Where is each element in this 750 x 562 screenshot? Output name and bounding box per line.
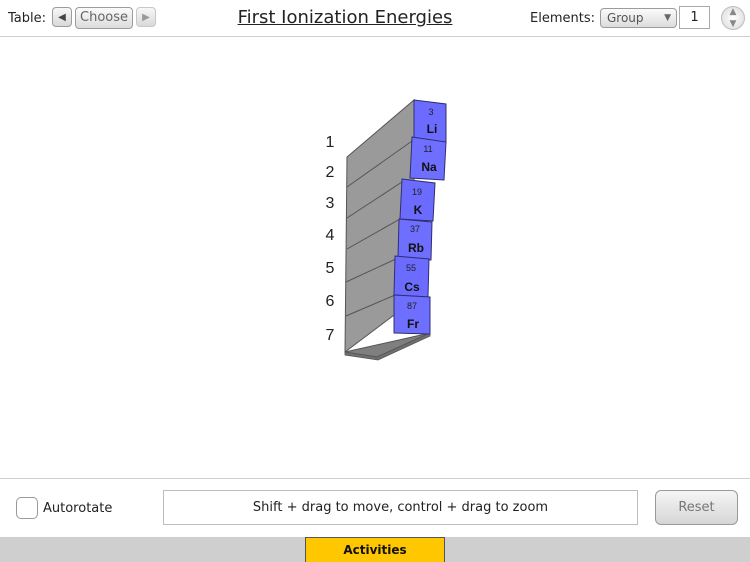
next-table-button[interactable]: ▶ (136, 7, 156, 27)
arrow-down-icon[interactable]: ▼ (721, 18, 745, 30)
reset-button[interactable]: Reset (655, 490, 738, 525)
previous-table-button[interactable]: ◀ (52, 7, 72, 27)
period-label: 3 (326, 195, 335, 212)
elements-select-value: Group (607, 11, 644, 25)
period-label: 4 (326, 227, 335, 244)
triangle-right-icon: ▶ (142, 11, 150, 23)
elements-number-field[interactable]: 1 (679, 6, 710, 29)
element-symbol: Li (427, 122, 438, 136)
element-number: 87 (407, 301, 417, 311)
element-symbol: K (414, 203, 423, 217)
element-number: 11 (423, 144, 432, 154)
period-label: 2 (326, 164, 335, 181)
periodic-table-3d[interactable]: 1 2 3 4 5 6 7 3 11 19 37 55 87 Li Na K R… (0, 37, 750, 477)
choose-table-button[interactable]: Choose (75, 7, 133, 29)
elements-stepper[interactable]: ▲ ▼ (721, 6, 745, 30)
hint-text: Shift + drag to move, control + drag to … (163, 490, 638, 525)
element-number: 3 (428, 107, 433, 117)
table-label: Table: (8, 11, 46, 26)
table-3d-view[interactable]: 1 2 3 4 5 6 7 3 11 19 37 55 87 Li Na K R… (0, 37, 750, 477)
arrow-up-icon[interactable]: ▲ (721, 6, 745, 18)
elements-label: Elements: (530, 11, 595, 26)
element-number: 19 (412, 187, 422, 197)
element-symbol: Rb (408, 241, 424, 255)
triangle-left-icon: ◀ (58, 11, 66, 23)
period-label: 1 (326, 134, 335, 151)
period-label: 6 (326, 293, 335, 310)
element-symbol: Cs (404, 280, 420, 294)
autorotate-checkbox[interactable] (16, 497, 38, 519)
chevron-down-icon: ▼ (664, 13, 671, 23)
page-title: First Ionization Energies (237, 7, 453, 28)
element-number: 37 (410, 224, 420, 234)
period-label: 5 (326, 260, 335, 277)
toolbar: Table: ◀ Choose ▶ First Ionization Energ… (0, 0, 750, 37)
elements-select[interactable]: Group ▼ (600, 8, 677, 28)
activities-tab[interactable]: Activities (305, 537, 445, 562)
period-label: 7 (326, 327, 335, 344)
element-symbol: Fr (407, 317, 419, 331)
autorotate-label: Autorotate (43, 501, 113, 516)
element-number: 55 (406, 263, 416, 273)
element-symbol: Na (421, 160, 437, 174)
